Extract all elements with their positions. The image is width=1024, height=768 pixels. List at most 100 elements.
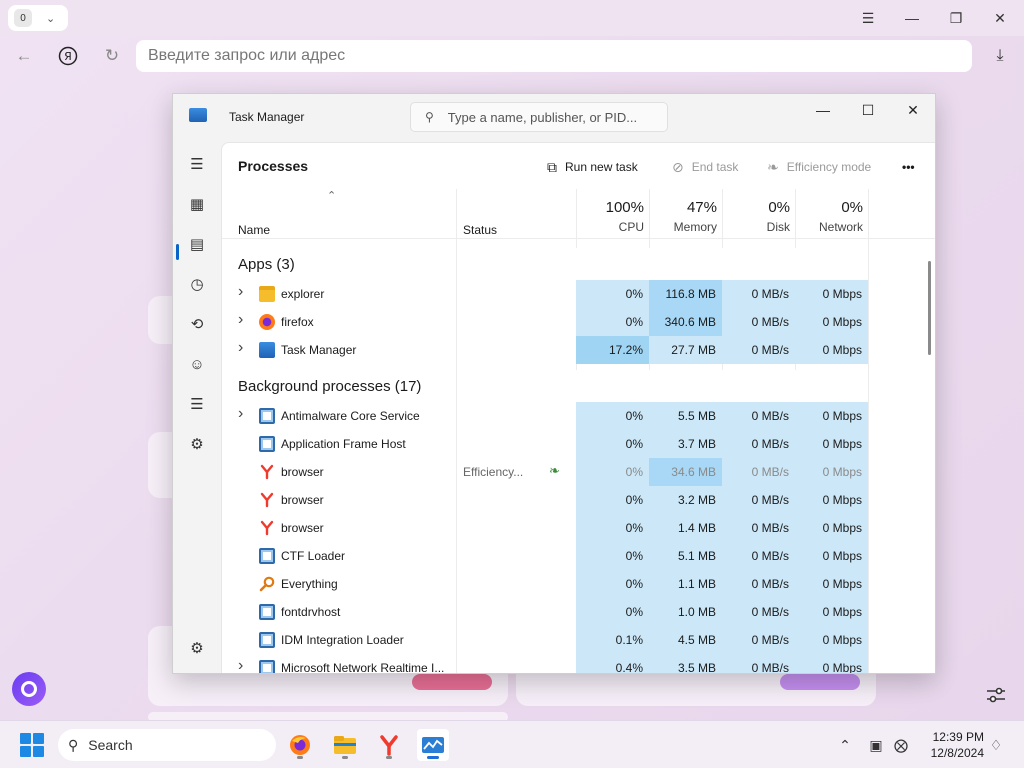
chevron-right-icon[interactable]: › xyxy=(238,283,243,301)
yandex-icon xyxy=(259,520,275,536)
process-name: CTF Loader xyxy=(281,549,346,563)
table-row[interactable]: › explorer 0% 116.8 MB 0 MB/s 0 Mbps xyxy=(222,280,935,308)
scrollbar[interactable] xyxy=(928,261,931,355)
chevron-down-icon[interactable]: ⌄ xyxy=(46,12,55,25)
end-task-button[interactable]: ⊘ End task xyxy=(672,153,738,181)
column-memory[interactable]: 47% Memory xyxy=(650,199,723,234)
cpu-cell: 0% xyxy=(576,598,649,626)
services-icon[interactable]: ⚙ xyxy=(187,434,207,454)
chevron-right-icon[interactable]: › xyxy=(238,339,243,357)
table-row[interactable]: browser 0% 1.4 MB 0 MB/s 0 Mbps xyxy=(222,514,935,542)
table-row[interactable]: IDM Integration Loader 0.1% 4.5 MB 0 MB/s 0 … xyxy=(222,626,935,654)
table-row[interactable]: › Task Manager 17.2% 27.7 MB 0 MB/s 0 Mbps xyxy=(222,336,935,364)
chevron-up-icon[interactable]: ⌃ xyxy=(835,735,855,755)
taskbar-search[interactable]: ⚲ Search xyxy=(58,729,276,761)
disk-cell: 0 MB/s xyxy=(722,430,795,458)
process-name: browser xyxy=(281,521,324,535)
settings-sliders-icon[interactable] xyxy=(984,683,1008,707)
table-row[interactable]: Application Frame Host 0% 3.7 MB 0 MB/s 0 Mb… xyxy=(222,430,935,458)
alice-assistant-icon[interactable] xyxy=(12,672,46,706)
task-manager-icon xyxy=(189,108,207,122)
close-button[interactable]: ✕ xyxy=(984,6,1016,30)
column-network[interactable]: 0% Network xyxy=(796,199,869,234)
leaf-icon: ❧ xyxy=(767,158,779,175)
cpu-total: 100% xyxy=(605,199,644,216)
disk-cell: 0 MB/s xyxy=(722,280,795,308)
memory-cell: 3.2 MB xyxy=(649,486,722,514)
users-icon[interactable]: ☺ xyxy=(187,354,207,374)
table-row[interactable]: fontdrvhost 0% 1.0 MB 0 MB/s 0 Mbps xyxy=(222,598,935,626)
cpu-cell: 0% xyxy=(576,570,649,598)
clock[interactable]: 12:39 PM 12/8/2024 xyxy=(912,729,984,761)
settings-gear-icon[interactable]: ⚙ xyxy=(187,638,207,658)
table-row[interactable]: › Microsoft Network Realtime I... 0.4% 3.5 … xyxy=(222,654,935,673)
efficiency-mode-label: Efficiency mode xyxy=(786,160,872,174)
taskmanager-icon xyxy=(259,342,275,358)
network-icon[interactable]: ▣ xyxy=(866,735,886,755)
hamburger-menu-icon[interactable]: ☰ xyxy=(187,154,207,174)
file-explorer-taskbar-icon[interactable] xyxy=(329,729,361,761)
table-row[interactable]: browser 0% 3.2 MB 0 MB/s 0 Mbps xyxy=(222,486,935,514)
download-icon[interactable]: ⤓ xyxy=(988,44,1012,68)
column-cpu[interactable]: 100% CPU xyxy=(577,199,650,234)
cpu-cell: 0.4% xyxy=(576,654,649,673)
minimize-button[interactable]: — xyxy=(896,6,928,30)
back-arrow-icon[interactable]: ← xyxy=(12,44,36,68)
disk-cell: 0 MB/s xyxy=(722,308,795,336)
processes-icon[interactable]: ▦ xyxy=(187,194,207,214)
tab-switcher[interactable]: 0 ⌄ xyxy=(8,5,68,31)
column-status[interactable]: Status xyxy=(463,223,497,237)
search-input[interactable]: ⚲ Type a name, publisher, or PID... xyxy=(410,102,668,132)
memory-cell: 1.4 MB xyxy=(649,514,722,542)
running-indicator xyxy=(386,756,392,759)
disk-cell: 0 MB/s xyxy=(722,402,795,430)
cpu-cell: 0% xyxy=(576,458,649,486)
firefox-taskbar-icon[interactable] xyxy=(284,729,316,761)
chevron-right-icon[interactable]: › xyxy=(238,311,243,329)
yandex-logo-icon[interactable]: Я xyxy=(56,44,80,68)
active-indicator xyxy=(176,244,179,260)
run-new-task-label: Run new task xyxy=(565,160,638,174)
volume-muted-icon[interactable]: ⨂ xyxy=(891,735,911,755)
network-cell: 0 Mbps xyxy=(795,336,868,364)
more-options-button[interactable]: ••• xyxy=(902,153,915,181)
network-cell: 0 Mbps xyxy=(795,654,868,673)
chevron-right-icon[interactable]: › xyxy=(238,405,243,423)
network-label: Network xyxy=(818,220,863,234)
task-manager-taskbar-icon[interactable] xyxy=(417,729,449,761)
windows-start-icon[interactable] xyxy=(20,733,44,757)
column-disk[interactable]: 0% Disk xyxy=(723,199,796,234)
app-history-icon[interactable]: ◷ xyxy=(187,274,207,294)
active-indicator xyxy=(427,756,439,759)
network-cell: 0 Mbps xyxy=(795,514,868,542)
memory-cell: 340.6 MB xyxy=(649,308,722,336)
memory-cell: 34.6 MB xyxy=(649,458,722,486)
yandex-browser-taskbar-icon[interactable] xyxy=(373,729,405,761)
hamburger-menu-icon[interactable]: ☰ xyxy=(852,6,884,30)
startup-apps-icon[interactable]: ⟲ xyxy=(187,314,207,334)
table-row[interactable]: CTF Loader 0% 5.1 MB 0 MB/s 0 Mbps xyxy=(222,542,935,570)
notification-bell-icon[interactable]: ♢ xyxy=(986,735,1006,755)
group-spacer xyxy=(576,370,649,406)
details-icon[interactable]: ☰ xyxy=(187,394,207,414)
run-new-task-button[interactable]: ⧉ Run new task xyxy=(547,153,638,181)
table-row[interactable]: › firefox 0% 340.6 MB 0 MB/s 0 Mbps xyxy=(222,308,935,336)
process-name: Application Frame Host xyxy=(281,437,406,451)
network-total: 0% xyxy=(841,199,863,216)
maximize-button[interactable]: ☐ xyxy=(848,98,888,122)
reload-icon[interactable]: ↻ xyxy=(100,44,124,68)
table-row[interactable]: Everything 0% 1.1 MB 0 MB/s 0 Mbps xyxy=(222,570,935,598)
restore-button[interactable]: ❐ xyxy=(940,6,972,30)
chevron-right-icon[interactable]: › xyxy=(238,657,243,673)
table-row[interactable]: browser Efficiency... ❧ 0% 34.6 MB 0 MB/s 0 Mb… xyxy=(222,458,935,486)
minimize-button[interactable]: — xyxy=(803,98,843,122)
performance-icon[interactable]: ▤ xyxy=(187,234,207,254)
column-name[interactable]: Name xyxy=(238,223,270,237)
group-spacer xyxy=(722,370,795,406)
close-button[interactable]: ✕ xyxy=(893,98,933,122)
sidebar: ☰ ▦ ▤ ◷ ⟲ ☺ ☰ ⚙ ⚙ xyxy=(173,142,221,673)
table-row[interactable]: › Antimalware Core Service 0% 5.5 MB 0 MB/s 0… xyxy=(222,402,935,430)
efficiency-mode-button[interactable]: ❧ Efficiency mode xyxy=(767,153,871,181)
group-spacer xyxy=(649,248,722,284)
address-bar[interactable]: Введите запрос или адрес xyxy=(136,40,972,72)
